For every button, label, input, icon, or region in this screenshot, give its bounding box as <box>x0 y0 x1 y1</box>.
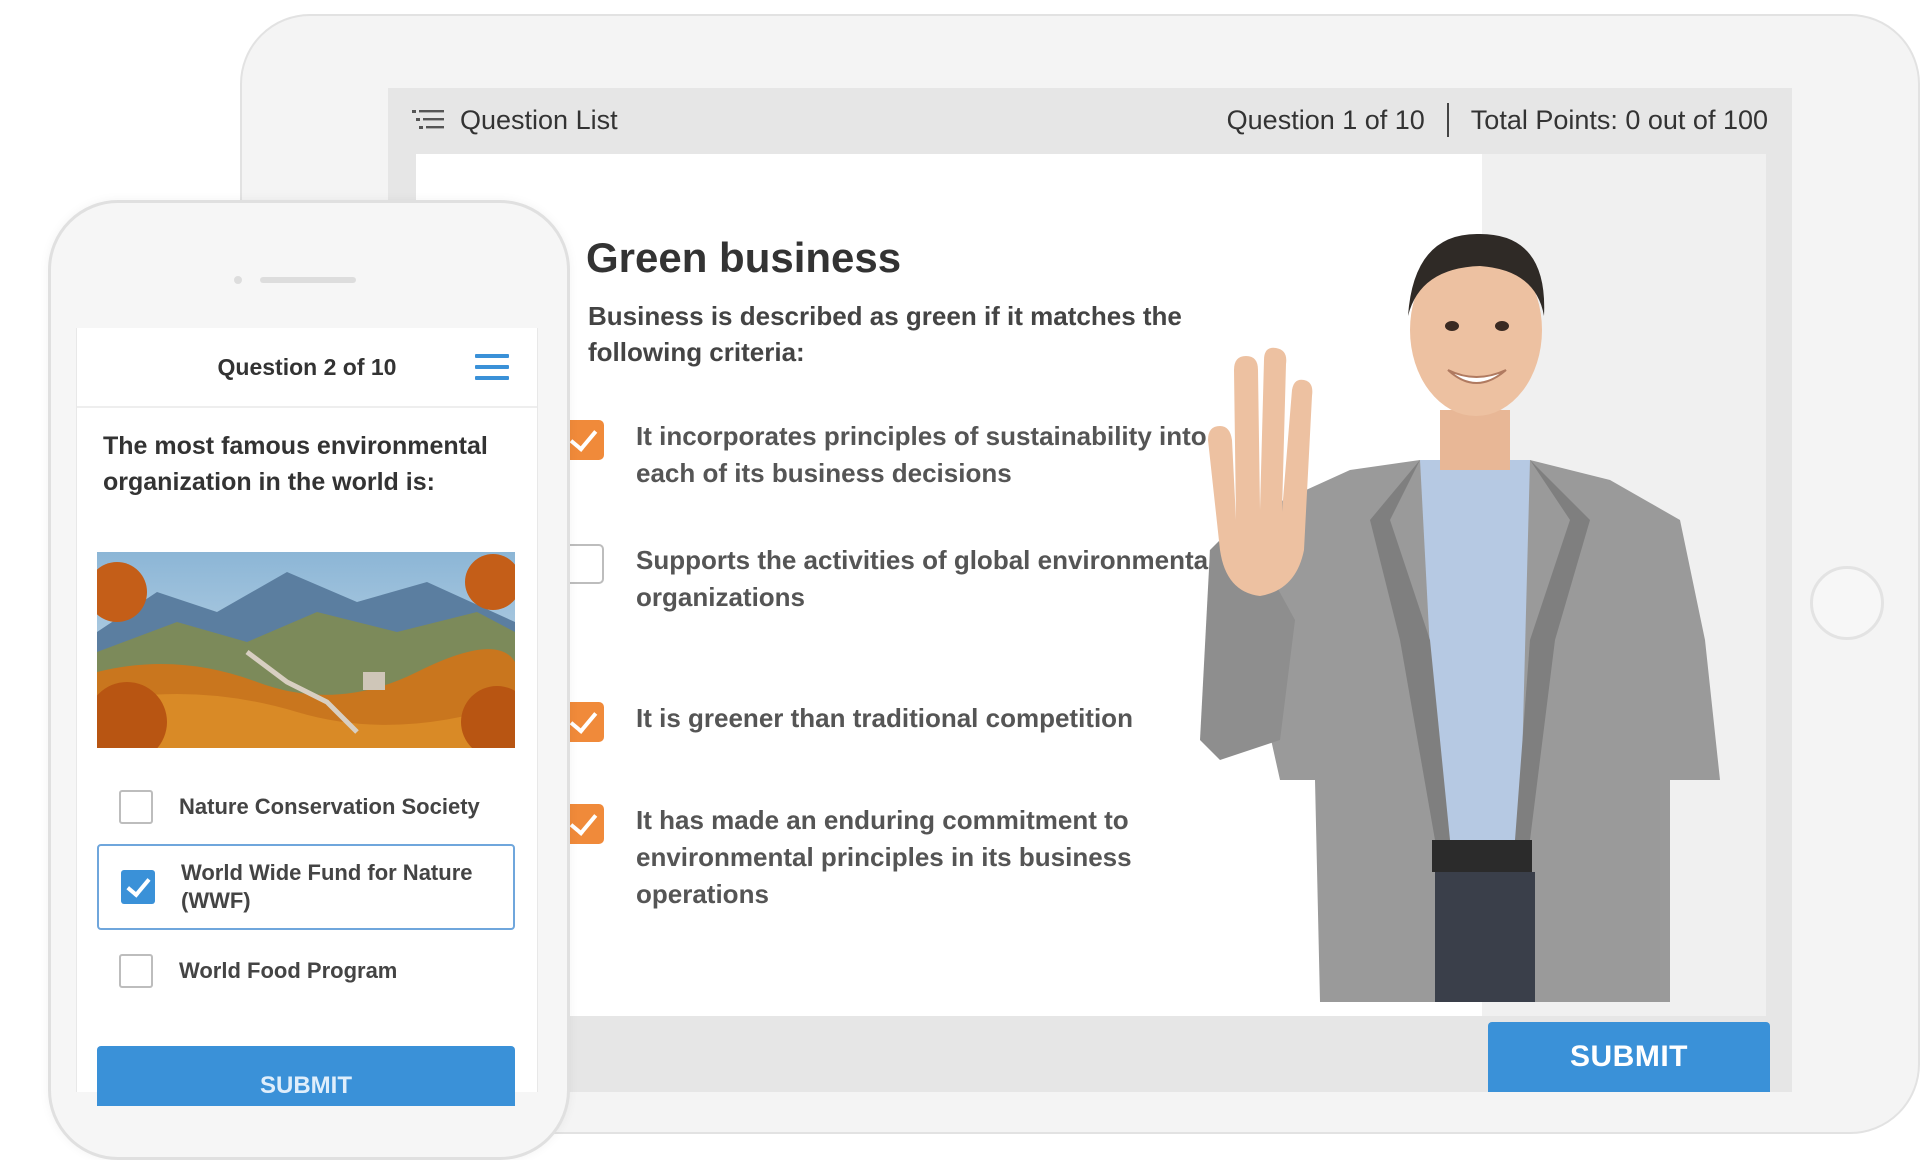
option-label: It is greener than traditional competiti… <box>636 703 1133 733</box>
phone-option-label: World Wide Fund for Nature (WWF) <box>181 860 473 913</box>
great-wall-autumn-photo <box>97 552 515 748</box>
phone-submit-button[interactable]: SUBMIT <box>97 1046 515 1106</box>
tablet-home-button <box>1810 566 1884 640</box>
option-checkbox-1[interactable] <box>564 420 604 460</box>
hamburger-menu-icon[interactable] <box>475 354 509 382</box>
option-label: It incorporates principles of sustainabi… <box>636 421 1207 488</box>
option-label: It has made an enduring commitment to en… <box>636 805 1132 909</box>
phone-screen: Question 2 of 10 The most famous environ… <box>76 328 538 1106</box>
phone-answer-option[interactable]: Nature Conservation Society <box>97 764 515 850</box>
phone-option-checkbox-3[interactable] <box>119 954 153 988</box>
presenter-image <box>1200 233 1720 1002</box>
total-points: Total Points: 0 out of 100 <box>1470 104 1768 135</box>
phone-answer-option-selected[interactable]: World Wide Fund for Nature (WWF) <box>97 844 515 930</box>
question-list-button[interactable]: Question List <box>460 105 618 136</box>
answer-option[interactable]: It has made an enduring commitment to en… <box>564 802 1216 913</box>
question-list-icon[interactable] <box>412 109 444 131</box>
phone-option-label: World Food Program <box>179 958 398 983</box>
question-text: Business is described as green if it mat… <box>588 301 1182 367</box>
option-label: Supports the activities of global enviro… <box>636 545 1216 612</box>
phone-speaker <box>260 277 356 283</box>
phone-option-checkbox-1[interactable] <box>119 790 153 824</box>
phone-option-checkbox-2[interactable] <box>121 870 155 904</box>
option-checkbox-2[interactable] <box>564 544 604 584</box>
answer-option[interactable]: It is greener than traditional competiti… <box>564 700 1216 742</box>
phone-question-counter: Question 2 of 10 <box>217 353 397 380</box>
topbar-divider <box>1446 103 1449 137</box>
answer-option[interactable]: Supports the activities of global enviro… <box>564 542 1216 616</box>
phone-option-label: Nature Conservation Society <box>179 794 480 819</box>
quiz-topbar: Question List Question 1 of 10 Total Poi… <box>388 88 1792 152</box>
question-counter: Question 1 of 10 <box>1226 104 1425 135</box>
tablet-submit-button[interactable]: SUBMIT <box>1488 1022 1770 1092</box>
question-title: Green business <box>586 234 902 281</box>
phone-answer-option[interactable]: World Food Program <box>97 928 515 1014</box>
option-checkbox-4[interactable] <box>564 804 604 844</box>
answer-option[interactable]: It incorporates principles of sustainabi… <box>564 418 1216 492</box>
phone-question-text: The most famous environmental organizati… <box>103 432 488 496</box>
phone-quiz-header: Question 2 of 10 <box>77 328 537 408</box>
option-checkbox-3[interactable] <box>564 702 604 742</box>
phone-camera <box>234 276 242 284</box>
